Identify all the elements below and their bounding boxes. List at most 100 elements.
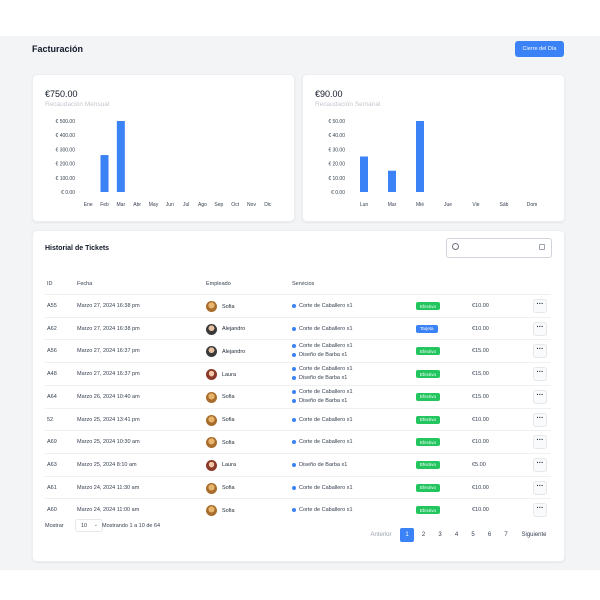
page-button[interactable]: 5 bbox=[466, 528, 480, 542]
monthly-xtick: Nov bbox=[247, 202, 256, 208]
employee-cell: Laura bbox=[206, 363, 236, 386]
ellipsis-icon[interactable]: ··· bbox=[533, 344, 547, 359]
payment-badge: Efectivo bbox=[416, 483, 441, 492]
ellipsis-icon[interactable]: ··· bbox=[533, 412, 547, 427]
table-row[interactable]: A55 Marzo 27, 2024 16:38 pm Sofia Corte de … bbox=[45, 294, 551, 318]
service-label: Corte de Caballero x1 bbox=[299, 484, 353, 491]
page-button[interactable]: 1 bbox=[400, 528, 414, 542]
page-size-value: 10 bbox=[81, 522, 88, 529]
ticket-date: Marzo 24, 2024 11:00 am bbox=[77, 507, 140, 514]
weekly-card: €90.00 Recaudación Semanal € 50.00 € 40.0… bbox=[302, 74, 565, 222]
weekly-ytick: € 40.00 bbox=[328, 133, 345, 139]
weekly-xtick: Sáb bbox=[500, 202, 509, 208]
employee-name: Sofia bbox=[222, 303, 235, 310]
employee-name: Alejandro bbox=[222, 326, 246, 333]
ticket-id: 52 bbox=[47, 416, 54, 423]
monthly-xtick: Jul bbox=[183, 202, 189, 208]
service-dot-icon bbox=[292, 326, 296, 331]
service-dot-icon bbox=[292, 389, 296, 394]
monthly-xtick: Feb bbox=[100, 202, 109, 208]
history-title: Historial de Tickets bbox=[45, 245, 110, 252]
employee-name: Sofia bbox=[222, 507, 235, 514]
service-item: Diseño de Barba x1 bbox=[292, 375, 347, 381]
close-day-button[interactable]: Cierre del Día bbox=[515, 41, 564, 57]
employee-cell: Sofia bbox=[206, 295, 235, 318]
avatar bbox=[206, 323, 217, 335]
avatar bbox=[206, 369, 217, 381]
weekly-ytick: € 30.00 bbox=[328, 147, 345, 153]
ellipsis-icon[interactable]: ··· bbox=[533, 321, 547, 336]
employee-cell: Laura bbox=[206, 454, 236, 477]
service-item: Diseño de Barba x1 bbox=[292, 398, 347, 404]
col-employee: Empleado bbox=[206, 281, 231, 287]
service-label: Corte de Caballero x1 bbox=[299, 439, 353, 446]
table-row[interactable]: A61 Marzo 24, 2024 11:30 am Sofia Corte de … bbox=[45, 475, 551, 500]
calendar-icon[interactable] bbox=[539, 244, 545, 250]
table-row[interactable]: A62 Marzo 27, 2024 16:38 pm Alejandro Corte… bbox=[45, 316, 551, 341]
ellipsis-icon[interactable]: ··· bbox=[533, 480, 547, 495]
page-button[interactable]: 4 bbox=[450, 528, 464, 542]
employee-name: Sofia bbox=[222, 417, 235, 423]
payment-badge: Efectivo bbox=[416, 370, 441, 379]
service-dot-icon bbox=[292, 376, 296, 381]
employee-cell: Sofia bbox=[206, 409, 235, 432]
ticket-date: Marzo 25, 2024 8:10 am bbox=[77, 461, 137, 468]
weekly-xtick: Dom bbox=[527, 202, 538, 208]
prev-button[interactable]: Anterior bbox=[366, 528, 396, 542]
payment-badge: Efectivo bbox=[416, 302, 441, 310]
ellipsis-icon[interactable]: ··· bbox=[533, 389, 547, 404]
ticket-date: Marzo 27, 2024 16:38 pm bbox=[77, 303, 140, 309]
ticket-amount: €10.00 bbox=[472, 484, 489, 491]
employee-cell: Alejandro bbox=[206, 318, 245, 341]
employee-cell: Alejandro bbox=[206, 340, 245, 363]
monthly-ytick: € 500.00 bbox=[56, 119, 76, 125]
monthly-bar bbox=[100, 155, 109, 192]
next-button[interactable]: Siguiente bbox=[517, 528, 551, 542]
page-button[interactable]: 3 bbox=[433, 528, 447, 542]
weekly-bar bbox=[416, 121, 424, 192]
weekly-ytick: € 50.00 bbox=[328, 119, 345, 125]
page-button[interactable]: 7 bbox=[499, 528, 513, 542]
ticket-id: A64 bbox=[47, 393, 57, 400]
table-row[interactable]: A48 Marzo 27, 2024 16:37 pm Laura Corte de … bbox=[45, 362, 551, 386]
service-dot-icon bbox=[292, 353, 296, 358]
table-row[interactable]: A56 Marzo 27, 2024 16:37 pm Alejandro Corte… bbox=[45, 339, 551, 363]
table-row[interactable]: A64 Marzo 26, 2024 10:40 am Sofia Corte de … bbox=[45, 384, 551, 409]
monthly-xtick: Oct bbox=[231, 202, 239, 208]
service-dot-icon bbox=[292, 485, 296, 490]
service-dot-icon bbox=[292, 344, 296, 349]
ellipsis-icon[interactable]: ··· bbox=[533, 367, 547, 382]
table-row[interactable]: 52 Marzo 25, 2024 13:41 pm Sofia Corte de C… bbox=[45, 407, 551, 432]
ticket-amount: €15.00 bbox=[472, 393, 489, 400]
col-date: Fecha bbox=[77, 281, 93, 287]
ellipsis-icon[interactable]: ··· bbox=[533, 503, 547, 518]
table-row[interactable]: A60 Marzo 24, 2024 11:00 am Sofia Corte de … bbox=[45, 498, 551, 522]
page-size-select[interactable]: 10 ⌄ bbox=[75, 519, 103, 532]
page-button[interactable]: 6 bbox=[483, 528, 497, 542]
page-button[interactable]: 2 bbox=[417, 528, 431, 542]
ellipsis-icon[interactable]: ··· bbox=[533, 457, 547, 472]
avatar bbox=[206, 414, 217, 426]
avatar bbox=[206, 459, 217, 471]
page-size-control: Mostrar 10 ⌄ bbox=[45, 519, 103, 532]
employee-cell: Sofia bbox=[206, 386, 235, 409]
service-item: Diseño de Barba x1 bbox=[292, 462, 347, 468]
range-text: Mostrando 1 a 10 de 64 bbox=[102, 523, 161, 529]
weekly-xtick: Lun bbox=[360, 202, 369, 208]
ellipsis-icon[interactable]: ··· bbox=[533, 435, 547, 450]
service-item: Corte de Caballero x1 bbox=[292, 417, 353, 423]
payment-badge: Efectivo bbox=[416, 415, 441, 424]
employee-name: Laura bbox=[222, 371, 237, 378]
employee-cell: Sofia bbox=[206, 431, 235, 454]
monthly-bar bbox=[116, 121, 125, 192]
weekly-chart: € 50.00 € 40.00 € 30.00 € 20.00 € 10.00 € 0.0… bbox=[328, 119, 538, 208]
ellipsis-icon[interactable]: ··· bbox=[533, 299, 547, 313]
table-row[interactable]: A69 Marzo 25, 2024 10:30 am Sofia Corte de … bbox=[45, 430, 551, 454]
ticket-id: A55 bbox=[47, 303, 57, 309]
ticket-id: A62 bbox=[47, 325, 57, 332]
chevron-down-icon: ⌄ bbox=[93, 522, 98, 528]
avatar bbox=[206, 301, 217, 312]
search-input[interactable] bbox=[446, 238, 552, 258]
employee-name: Sofia bbox=[222, 439, 235, 446]
table-row[interactable]: A63 Marzo 25, 2024 8:10 am Laura Diseño de … bbox=[45, 452, 551, 477]
